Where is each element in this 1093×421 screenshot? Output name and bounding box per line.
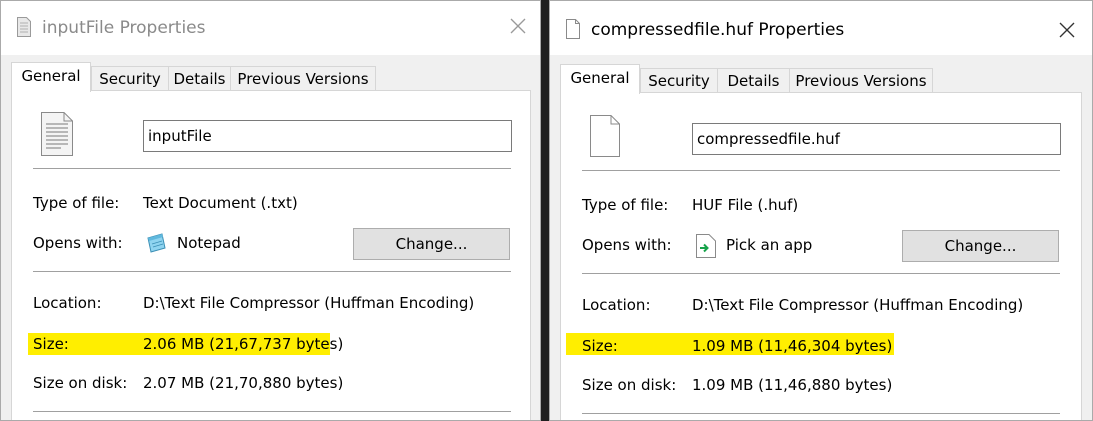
left-properties-dialog: inputFile Properties General Security De… [0, 0, 541, 421]
file-name-input[interactable] [143, 120, 512, 152]
location-value: D:\Text File Compressor (Huffman Encodin… [692, 296, 1024, 314]
size-on-disk-value: 2.07 MB (21,70,880 bytes) [143, 374, 344, 392]
title-bar: compressedfile.huf Properties [550, 1, 1092, 55]
general-panel: Type of file: Text Document (.txt) Opens… [11, 90, 531, 420]
title-bar: inputFile Properties [1, 1, 540, 55]
window-title: inputFile Properties [42, 18, 206, 38]
tab-previous-versions[interactable]: Previous Versions [789, 68, 933, 92]
window-title: compressedfile.huf Properties [591, 20, 845, 40]
tab-security[interactable]: Security [640, 68, 718, 92]
close-icon[interactable] [1058, 21, 1076, 39]
notepad-icon [147, 233, 166, 253]
blank-file-icon [566, 19, 580, 39]
type-of-file-value: Text Document (.txt) [143, 194, 298, 212]
size-on-disk-label: Size on disk: [582, 376, 677, 394]
opens-with-label: Opens with: [33, 234, 123, 252]
tab-general[interactable]: General [560, 64, 640, 94]
tab-previous-versions[interactable]: Previous Versions [230, 66, 376, 90]
location-label: Location: [582, 296, 651, 314]
file-name-input[interactable] [692, 123, 1061, 155]
change-button[interactable]: Change... [902, 230, 1059, 262]
divider [582, 413, 1060, 414]
text-document-icon [41, 112, 73, 156]
close-icon[interactable] [509, 17, 527, 35]
right-properties-dialog: compressedfile.huf Properties General Se… [549, 0, 1093, 421]
opens-with-value: Pick an app [726, 236, 813, 254]
size-label: Size: [582, 337, 618, 355]
divider [33, 411, 511, 412]
divider [33, 168, 511, 169]
location-value: D:\Text File Compressor (Huffman Encodin… [143, 294, 475, 312]
tab-security[interactable]: Security [91, 66, 169, 90]
divider [582, 273, 1060, 274]
size-label: Size: [33, 335, 69, 353]
size-on-disk-value: 1.09 MB (11,46,880 bytes) [692, 376, 893, 394]
tab-general[interactable]: General [11, 62, 91, 92]
pick-app-icon [696, 234, 716, 258]
size-on-disk-label: Size on disk: [33, 374, 128, 392]
opens-with-label: Opens with: [582, 236, 672, 254]
location-label: Location: [33, 294, 102, 312]
divider [582, 170, 1060, 171]
text-document-icon [17, 17, 31, 37]
opens-with-value: Notepad [177, 234, 241, 252]
blank-file-icon [590, 115, 620, 157]
size-value: 1.09 MB (11,46,304 bytes) [692, 337, 893, 355]
tab-details[interactable]: Details [168, 66, 231, 90]
change-button[interactable]: Change... [353, 228, 510, 260]
general-panel: Type of file: HUF File (.huf) Opens with… [560, 92, 1082, 420]
type-of-file-value: HUF File (.huf) [692, 196, 799, 214]
divider [33, 271, 511, 272]
type-of-file-label: Type of file: [582, 196, 669, 214]
size-value: 2.06 MB (21,67,737 bytes) [143, 335, 344, 353]
type-of-file-label: Type of file: [33, 194, 120, 212]
tab-details[interactable]: Details [717, 68, 790, 92]
